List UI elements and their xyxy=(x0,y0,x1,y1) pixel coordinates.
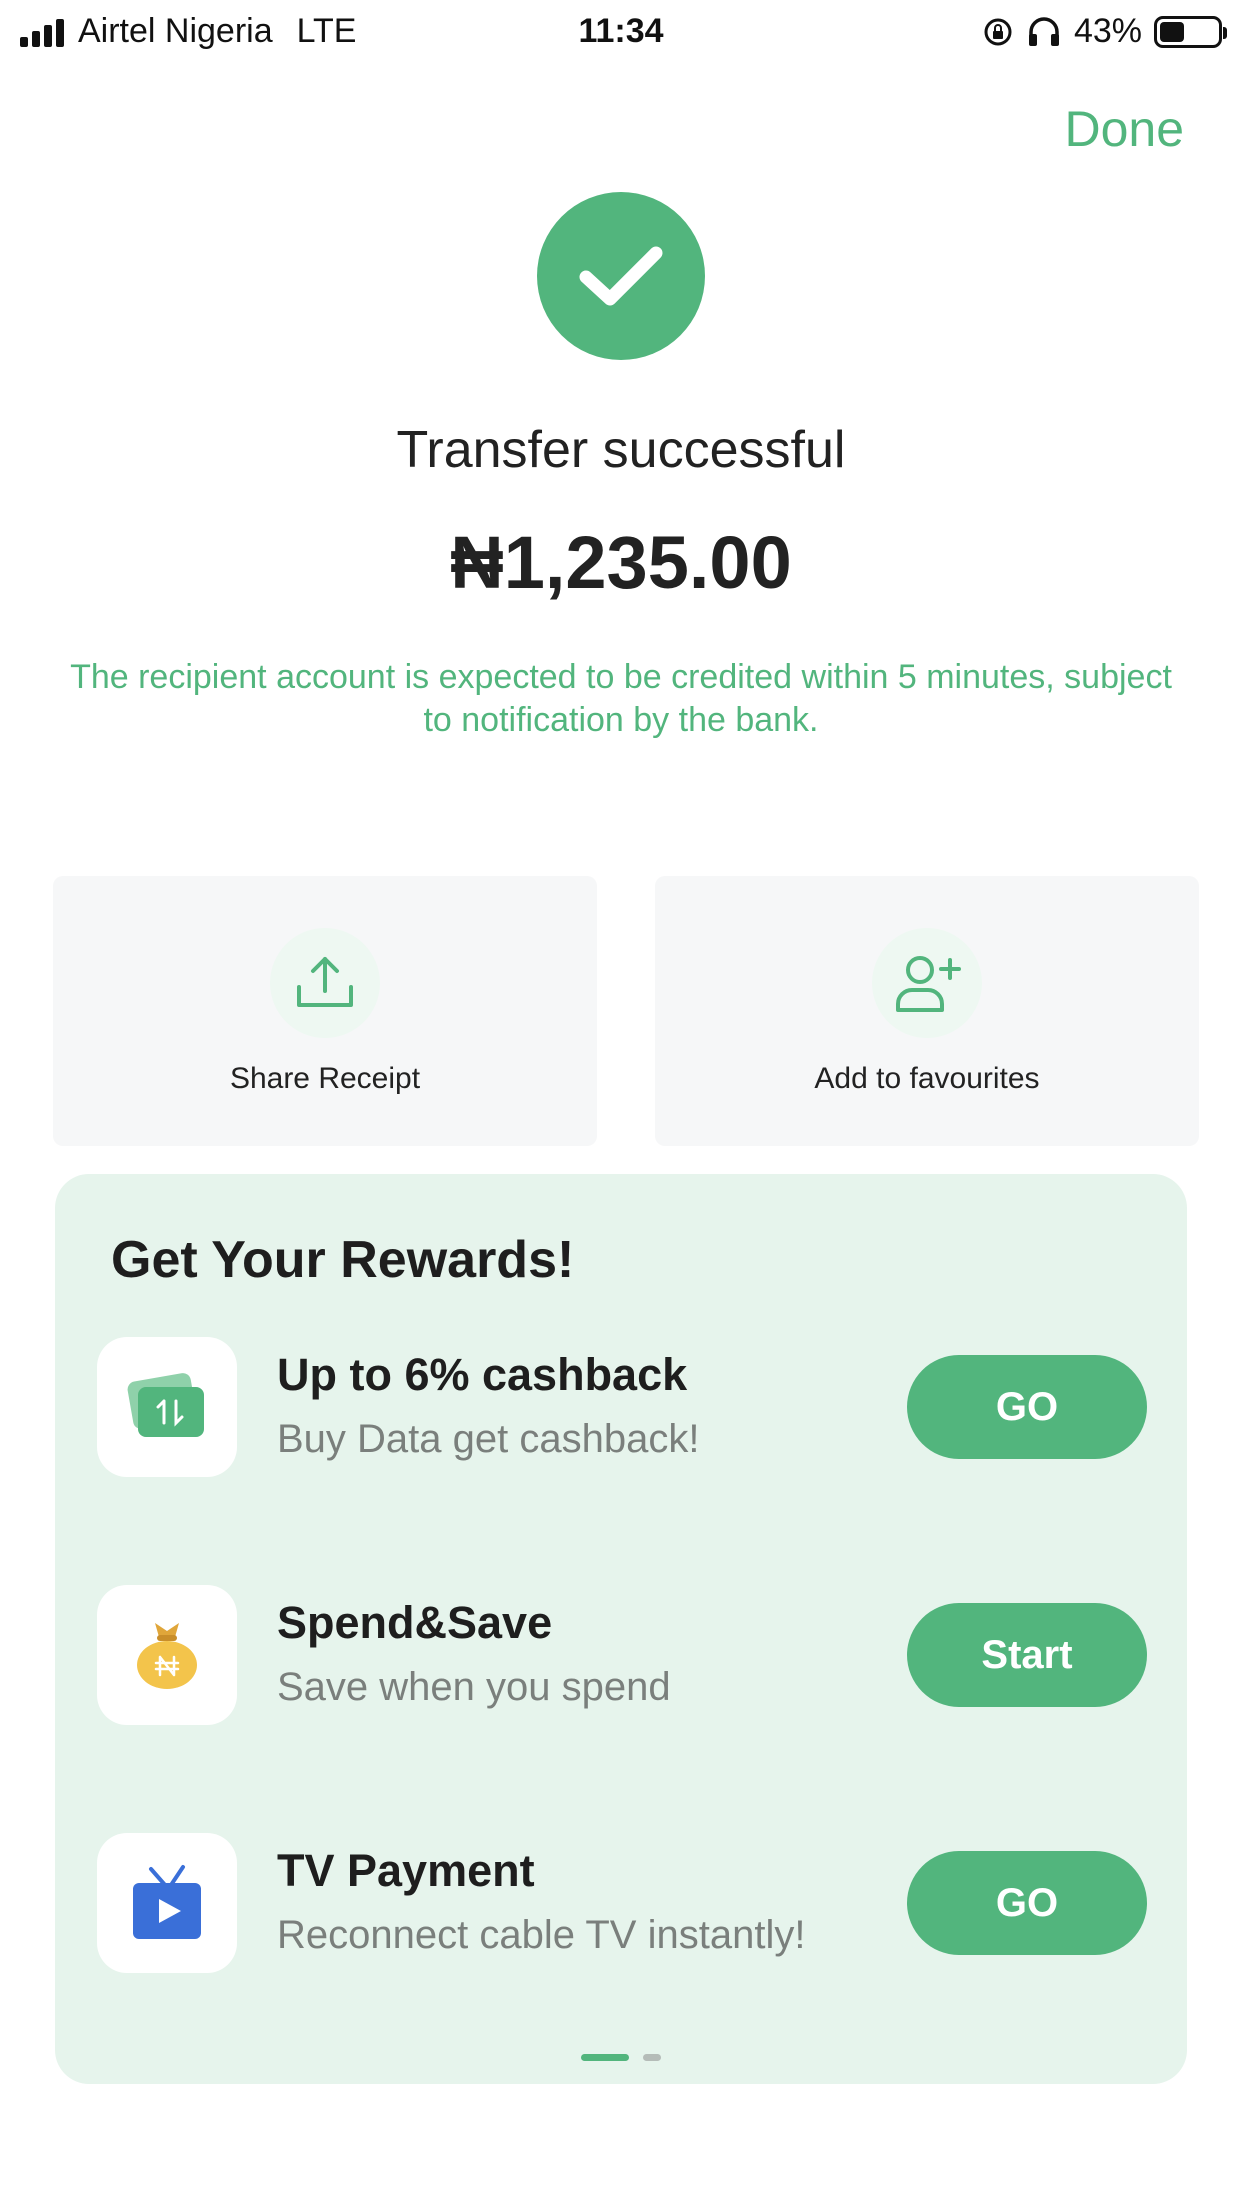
reward-description: Buy Data get cashback! xyxy=(277,1417,700,1461)
status-right: 43% xyxy=(982,12,1227,51)
page-indicator xyxy=(55,2054,1187,2061)
battery-percent: 43% xyxy=(1073,12,1142,50)
share-upload-icon xyxy=(270,928,380,1038)
reward-name: Up to 6% cashback xyxy=(277,1349,688,1400)
success-check-icon xyxy=(537,192,705,360)
cashback-go-button[interactable]: GO xyxy=(907,1355,1147,1459)
headphones-icon xyxy=(1028,16,1059,46)
status-bar: Airtel Nigeria LTE 11:34 43% xyxy=(0,0,1242,64)
tv-payment-go-button[interactable]: GO xyxy=(907,1851,1147,1955)
reward-description: Save when you spend xyxy=(277,1665,671,1709)
page-dot-active xyxy=(581,2054,629,2061)
reward-item-spend-save: Spend&Save Save when you spend Start xyxy=(97,1585,1147,1725)
done-button[interactable]: Done xyxy=(1064,100,1184,158)
page-dot xyxy=(643,2054,661,2061)
tv-play-icon xyxy=(97,1833,237,1973)
reward-name: TV Payment xyxy=(277,1845,535,1896)
page-title: Transfer successful xyxy=(396,421,846,479)
add-user-icon xyxy=(872,928,982,1038)
orientation-lock-icon xyxy=(984,18,1012,45)
add-to-favourites-button[interactable]: Add to favourites xyxy=(655,876,1199,1146)
share-receipt-label: Share Receipt xyxy=(229,1062,421,1095)
transfer-amount: ₦1,235.00 xyxy=(450,521,792,604)
money-bag-icon xyxy=(97,1585,237,1725)
rewards-card: Get Your Rewards! Up to 6% cashback Buy … xyxy=(55,1174,1187,2084)
battery-icon xyxy=(1154,15,1227,48)
reward-item-cashback: Up to 6% cashback Buy Data get cashback!… xyxy=(97,1337,1147,1477)
reward-name: Spend&Save xyxy=(277,1597,553,1648)
credit-notice: The recipient account is expected to be … xyxy=(70,658,1172,739)
spend-save-start-button[interactable]: Start xyxy=(907,1603,1147,1707)
add-to-favourites-label: Add to favourites xyxy=(814,1062,1040,1095)
share-receipt-button[interactable]: Share Receipt xyxy=(53,876,597,1146)
rewards-title: Get Your Rewards! xyxy=(111,1231,575,1289)
reward-description: Reconnect cable TV instantly! xyxy=(277,1913,806,1957)
data-card-icon xyxy=(97,1337,237,1477)
reward-item-tv-payment: TV Payment Reconnect cable TV instantly!… xyxy=(97,1833,1147,1973)
